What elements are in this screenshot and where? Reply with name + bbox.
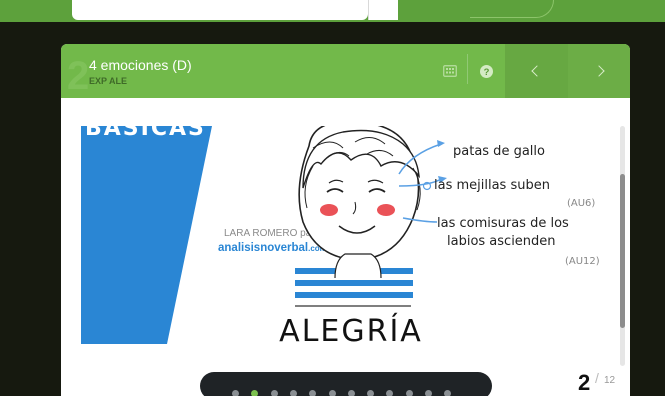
deck-title: 4 emociones (D)	[89, 57, 192, 73]
top-search-button[interactable]	[368, 0, 398, 20]
presentation-card: 2 4 emociones (D) EXP ALE ? BÁSICAS LARA…	[61, 44, 630, 396]
slide-dot[interactable]	[232, 390, 239, 396]
slide-dot[interactable]	[289, 390, 297, 396]
header-watermark: 2	[67, 54, 90, 98]
slide-dot[interactable]	[405, 390, 413, 396]
slide-dot[interactable]	[270, 390, 278, 396]
credit-site: analisisnoverbal.com	[218, 242, 327, 254]
slide-scroll-thumb[interactable]	[620, 174, 625, 328]
viewer-page: 2 4 emociones (D) EXP ALE ? BÁSICAS LARA…	[0, 0, 665, 396]
chevron-right-icon	[593, 65, 605, 77]
slide-dot[interactable]	[367, 390, 375, 396]
annotation-cheeks: las mejillas suben	[434, 178, 550, 193]
page-counter-total: 12	[604, 375, 616, 386]
slide-dot[interactable]	[309, 390, 317, 396]
slide-dot[interactable]	[347, 390, 355, 396]
previous-slide-button[interactable]	[505, 44, 568, 98]
grid-view-button[interactable]	[433, 44, 467, 98]
annotation-crows-feet: patas de gallo	[453, 144, 545, 159]
top-search-input[interactable]	[72, 0, 368, 20]
deck-subtitle: EXP ALE	[89, 76, 128, 86]
page-counter-current: 2	[578, 370, 591, 395]
chevron-left-icon	[530, 65, 543, 77]
svg-text:?: ?	[484, 67, 490, 78]
annotation-lips-line2: labios ascienden	[447, 234, 556, 249]
slide-dots-bar	[200, 372, 492, 396]
question-mark-icon: ?	[480, 64, 493, 78]
annotation-lips-code: (AU12)	[565, 256, 600, 267]
help-button[interactable]: ?	[468, 44, 505, 98]
girl-drawing	[295, 126, 421, 307]
blue-banner	[81, 126, 212, 344]
emotion-label: ALEGRÍA	[279, 313, 423, 349]
slide-dot[interactable]	[386, 390, 394, 396]
banner-heading: BÁSICAS	[85, 126, 206, 141]
slide-scrollbar[interactable]	[620, 126, 625, 366]
next-slide-button[interactable]	[568, 44, 630, 98]
top-toolbar-pill	[470, 0, 554, 18]
slide-illustration: BÁSICAS LARA ROMERO para analisisnoverba…	[81, 126, 600, 349]
card-header: 2 4 emociones (D) EXP ALE ?	[61, 44, 630, 98]
annotation-cheeks-code: (AU6)	[567, 198, 595, 209]
page-counter-separator: /	[595, 370, 599, 386]
slide-dot[interactable]	[444, 390, 452, 396]
annotation-lips-line1: las comisuras de los	[437, 216, 569, 231]
slide-dot[interactable]	[425, 390, 432, 396]
grid-icon	[443, 65, 457, 77]
slide-canvas: BÁSICAS LARA ROMERO para analisisnoverba…	[81, 126, 619, 364]
slide-dot[interactable]	[328, 390, 336, 396]
slide-dot[interactable]	[251, 390, 259, 396]
